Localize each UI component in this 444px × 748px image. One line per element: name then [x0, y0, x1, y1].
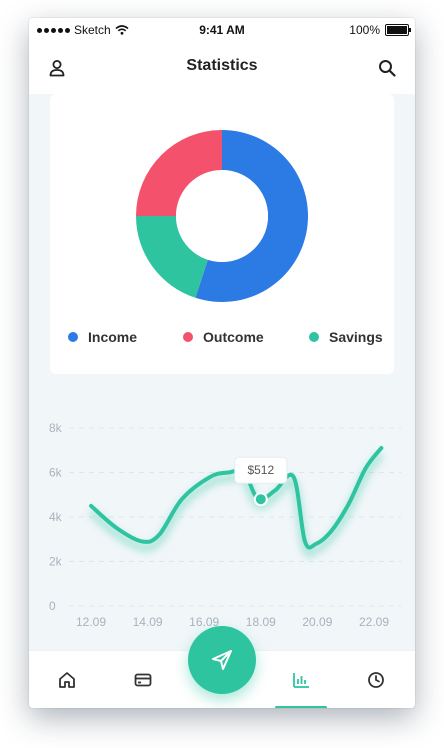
bar-chart-icon [293, 673, 309, 688]
chart-legend: Income Outcome Savings [50, 329, 394, 349]
y-tick-label: 2k [49, 555, 63, 569]
tab-home[interactable] [47, 665, 87, 695]
active-tab-indicator [275, 706, 327, 708]
y-tick-label: 0 [49, 599, 56, 613]
x-tick-label: 12.09 [76, 615, 106, 629]
donut-hole [176, 170, 268, 262]
tooltip-value: $512 [247, 463, 274, 477]
tab-history[interactable] [356, 665, 396, 695]
phone-screen: Sketch 9:41 AM 100% Statistics Income Ou… [29, 18, 415, 708]
y-tick-label: 6k [49, 466, 63, 480]
x-tick-label: 18.09 [246, 615, 276, 629]
send-button[interactable] [188, 626, 256, 694]
y-tick-label: 4k [49, 510, 63, 524]
legend-outcome-dot [183, 332, 193, 342]
x-tick-label: 14.09 [133, 615, 163, 629]
credit-card-icon [134, 673, 152, 687]
donut-chart [136, 130, 308, 302]
tab-cards[interactable] [123, 665, 163, 695]
legend-savings-dot [309, 332, 319, 342]
status-bar: Sketch 9:41 AM 100% [29, 18, 415, 42]
legend-income-dot [68, 332, 78, 342]
y-tick-label: 8k [49, 421, 63, 435]
tab-statistics[interactable] [281, 665, 321, 695]
line-chart-area: 0 2k 4k 6k 8k 12.09 14.09 16.09 18.09 20.09 22.09 $… [29, 388, 415, 648]
donut-card: Income Outcome Savings [50, 94, 394, 374]
send-icon [212, 650, 232, 670]
search-icon[interactable] [375, 56, 399, 80]
battery-icon [385, 24, 411, 36]
page-title: Statistics [186, 57, 258, 74]
legend-savings-label: Savings [329, 329, 383, 345]
app-header: Statistics [29, 42, 415, 94]
legend-savings: Savings [309, 329, 383, 345]
data-point-marker[interactable] [253, 492, 268, 507]
legend-income-label: Income [88, 329, 138, 345]
line-chart: 02k4k6k8k12.09 14.09 16.09 18.09 20.09 22.09$… [49, 421, 401, 629]
legend-outcome-label: Outcome [203, 329, 264, 345]
battery-percent: 100% [349, 23, 380, 37]
x-tick-label: 22.09 [359, 615, 389, 629]
legend-outcome: Outcome [183, 329, 264, 345]
legend-income: Income [68, 329, 137, 345]
clock-icon [368, 672, 384, 688]
status-right: 100% [349, 23, 411, 37]
home-icon [59, 672, 75, 688]
x-tick-label: 20.09 [302, 615, 332, 629]
